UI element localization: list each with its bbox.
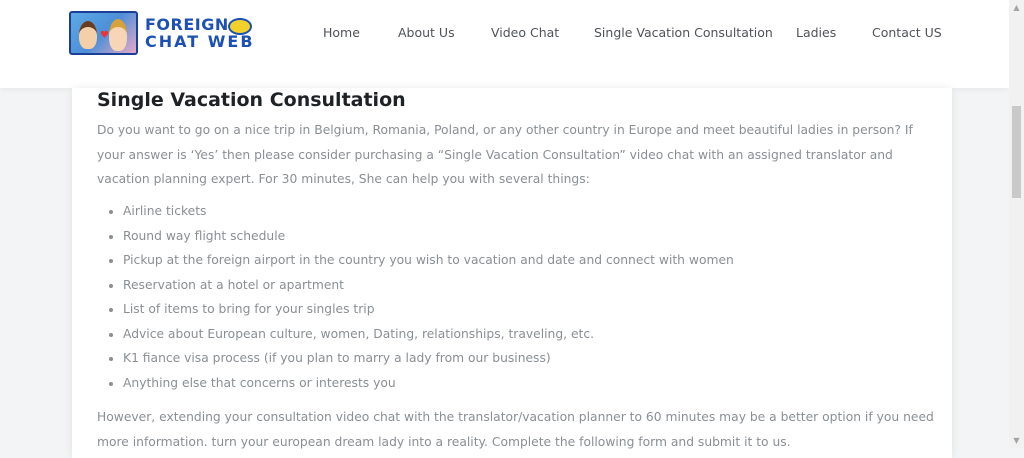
list-item: Reservation at a hotel or apartment xyxy=(108,273,734,298)
logo-text: FOREIGN CHAT WEB xyxy=(145,16,255,50)
site-logo[interactable]: ♥ FOREIGN CHAT WEB xyxy=(69,11,255,55)
nav-ladies[interactable]: Ladies xyxy=(796,25,836,40)
nav-contact-us[interactable]: Contact US xyxy=(872,25,942,40)
scroll-up-icon[interactable]: ▲ xyxy=(1009,0,1024,15)
logo-line-2: CHAT WEB xyxy=(145,32,255,51)
outro-paragraph: However, extending your consultation vid… xyxy=(97,410,934,449)
list-item: Advice about European culture, women, Da… xyxy=(108,322,734,347)
page-scrollbar[interactable]: ▲ ▼ xyxy=(1009,0,1024,448)
list-item: Round way flight schedule xyxy=(108,224,734,249)
list-item: Pickup at the foreign airport in the cou… xyxy=(108,248,734,273)
list-item: Airline tickets xyxy=(108,199,734,224)
intro-paragraph: Do you want to go on a nice trip in Belg… xyxy=(97,123,913,186)
logo-couple-image: ♥ xyxy=(69,11,138,55)
site-header: ♥ FOREIGN CHAT WEB Home About Us Video C… xyxy=(0,0,1009,88)
list-item: Anything else that concerns or interests… xyxy=(108,371,734,396)
list-item: List of items to bring for your singles … xyxy=(108,297,734,322)
services-list: Airline tickets Round way flight schedul… xyxy=(108,199,734,395)
nav-single-vacation-consultation[interactable]: Single Vacation Consultation xyxy=(594,25,773,40)
content-card: Single Vacation Consultation Do you want… xyxy=(72,88,952,458)
nav-home[interactable]: Home xyxy=(323,25,360,40)
nav-video-chat[interactable]: Video Chat xyxy=(491,25,559,40)
page-title: Single Vacation Consultation xyxy=(97,89,406,111)
scroll-down-icon[interactable]: ▼ xyxy=(1009,433,1024,448)
list-item: K1 fiance visa process (if you plan to m… xyxy=(108,346,734,371)
scrollbar-thumb[interactable] xyxy=(1012,106,1021,198)
nav-about-us[interactable]: About Us xyxy=(398,25,455,40)
speech-bubble-icon xyxy=(228,18,252,35)
